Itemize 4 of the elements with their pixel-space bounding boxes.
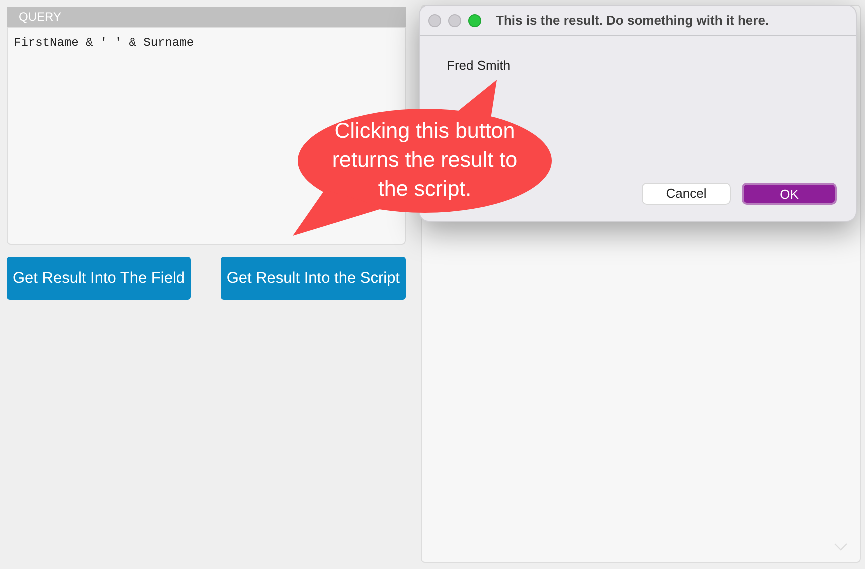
query-header: QUERY <box>7 7 406 27</box>
result-text: Fred Smith <box>447 57 511 75</box>
dialog-title: This is the result. Do something with it here. <box>496 12 770 30</box>
callout-tooltip: Clicking this button returns the result to the script. <box>293 80 553 237</box>
